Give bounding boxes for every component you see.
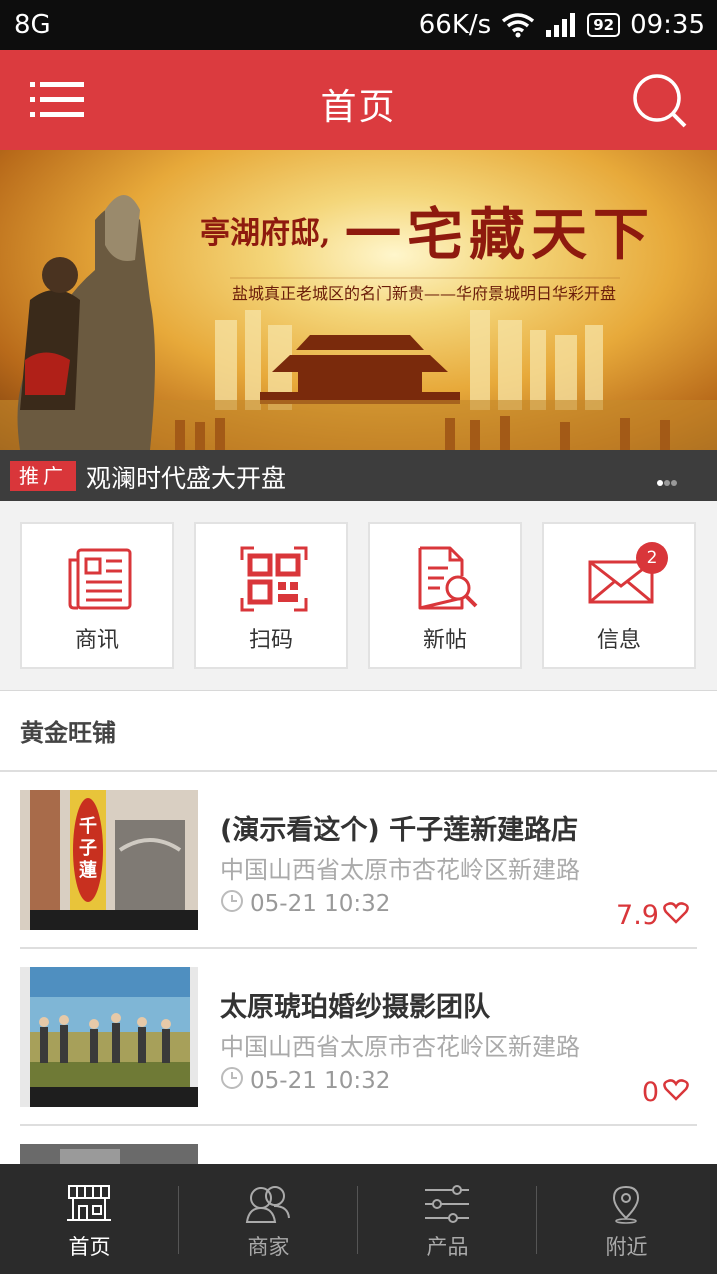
shop-address: 中国山西省太原市杏花岭区新建路 (220, 1033, 580, 1061)
section-title: 黄金旺铺 (20, 719, 116, 747)
search-icon[interactable] (631, 72, 689, 130)
quick-action-news[interactable]: 商讯 (20, 522, 174, 669)
heart-icon (663, 900, 689, 931)
carousel-dots-icon (657, 472, 677, 486)
banner-slogan-small: 亭湖府邸, (200, 216, 331, 251)
shop-score[interactable]: 0 (642, 1077, 689, 1108)
promo-caption-bar[interactable]: 推广 观澜时代盛大开盘 (0, 450, 717, 501)
shop-time-value: 05-21 10:32 (250, 891, 391, 917)
tab-home[interactable]: 首页 (0, 1164, 179, 1274)
quick-action-label: 信息 (596, 628, 641, 653)
shop-name: 太原琥珀婚纱摄影团队 (220, 992, 490, 1023)
quick-action-messages[interactable]: 2 信息 (542, 522, 696, 669)
quick-action-new-post[interactable]: 新帖 (368, 522, 522, 669)
quick-actions: 商讯 扫码 新帖 2 信息 (0, 501, 717, 691)
storefront-icon (65, 1184, 113, 1224)
quick-action-label: 新帖 (422, 628, 467, 653)
list-item[interactable]: 千 子 蓮 (演示看这个) 千子莲新建路店 中国山西省太原市杏花岭区新建路 05… (20, 772, 697, 949)
app-header: 首页 (0, 50, 717, 150)
shop-time: 05-21 10:32 (220, 889, 390, 919)
promo-text: 观澜时代盛大开盘 (86, 464, 287, 493)
svg-text:子: 子 (79, 838, 97, 859)
shop-time: 05-21 10:32 (220, 1066, 390, 1096)
bottom-tab-bar: 首页 商家 产品 附近 (0, 1164, 717, 1274)
status-bar: 8G 66K/s 92 09:35 (0, 0, 717, 50)
featured-shops-section: 黄金旺铺 千 子 蓮 (演示看这个) 千子莲新建路店 中国山西省太原市杏花岭区新… (0, 691, 717, 1184)
carrier-label: 8G (14, 10, 51, 40)
qr-code-icon (240, 546, 308, 612)
list-item[interactable]: 太原琥珀婚纱摄影团队 中国山西省太原市杏花岭区新建路 05-21 10:32 0 (20, 949, 697, 1126)
quick-action-label: 扫码 (248, 628, 293, 653)
banner-subtitle: 盐城真正老城区的名门新贵——华府景城明日华彩开盘 (232, 284, 617, 303)
shop-score-value: 0 (641, 1077, 659, 1108)
tab-products[interactable]: 产品 (358, 1164, 537, 1274)
tab-merchants[interactable]: 商家 (179, 1164, 358, 1274)
shop-time-value: 05-21 10:32 (250, 1068, 391, 1094)
page-title: 首页 (320, 87, 397, 128)
tab-label: 产品 (426, 1235, 469, 1259)
shop-name: (演示看这个) 千子莲新建路店 (220, 815, 579, 846)
network-speed: 66K/s (418, 10, 492, 40)
battery-indicator: 92 (587, 13, 621, 37)
clock-icon (220, 1066, 244, 1096)
shop-score[interactable]: 7.9 (616, 900, 689, 931)
quick-action-scan[interactable]: 扫码 (194, 522, 348, 669)
clock-icon (220, 889, 244, 919)
shop-thumbnail: 千 子 蓮 (20, 790, 198, 930)
svg-text:千: 千 (79, 816, 97, 837)
promo-banner[interactable]: 亭湖府邸, 一宅藏天下 盐城真正老城区的名门新贵——华府景城明日华彩开盘 (0, 150, 717, 450)
quick-action-label: 商讯 (74, 628, 119, 653)
shop-address: 中国山西省太原市杏花岭区新建路 (220, 856, 580, 884)
merchants-icon (244, 1184, 292, 1224)
heart-icon (663, 1077, 689, 1108)
unread-badge: 2 (636, 542, 668, 574)
clock: 09:35 (630, 10, 705, 40)
signal-icon (545, 12, 577, 38)
wifi-icon (501, 12, 535, 38)
svg-text:蓮: 蓮 (79, 860, 97, 881)
newspaper-icon (66, 546, 134, 612)
tab-nearby[interactable]: 附近 (537, 1164, 716, 1274)
shop-thumbnail (20, 967, 198, 1107)
tab-label: 附近 (605, 1235, 648, 1259)
sliders-icon (423, 1184, 471, 1224)
tab-label: 商家 (247, 1235, 290, 1259)
shop-score-value: 7.9 (616, 900, 659, 931)
promo-tag: 推广 (10, 461, 76, 491)
location-pin-icon (602, 1184, 650, 1224)
banner-slogan-big: 一宅藏天下 (345, 202, 655, 268)
document-search-icon (414, 546, 482, 612)
tab-label: 首页 (68, 1235, 111, 1259)
